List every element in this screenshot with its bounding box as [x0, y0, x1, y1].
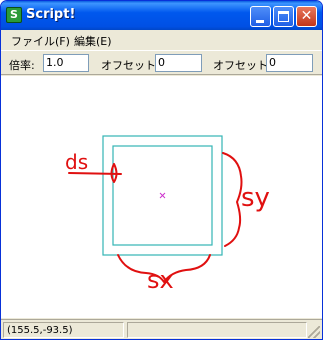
window-title: Script! — [26, 7, 76, 22]
sy-brace — [222, 152, 243, 247]
app-window: S Script! ✕ ファイル(F) 編集(E) 倍率: 1.0 オフセットX… — [0, 0, 323, 340]
menu-file[interactable]: ファイル(F) — [11, 33, 70, 49]
scale-input[interactable]: 1.0 — [43, 54, 89, 72]
menu-bar: ファイル(F) 編集(E) — [1, 30, 322, 50]
offset-x-input[interactable]: 0 — [155, 54, 202, 72]
annotation-sx: sx — [147, 266, 174, 294]
status-pane — [127, 322, 307, 338]
offset-y-input[interactable]: 0 — [266, 54, 313, 72]
title-bar[interactable]: S Script! ✕ — [1, 1, 322, 30]
center-marker-icon — [159, 192, 166, 199]
resize-grip-icon[interactable] — [308, 326, 320, 338]
annotation-ds: ds — [65, 150, 88, 174]
toolbar: 倍率: 1.0 オフセットX: 0 オフセットY: 0 — [1, 50, 322, 75]
app-icon[interactable]: S — [6, 7, 22, 23]
drawing-canvas[interactable]: ds sy sx — [1, 76, 322, 318]
status-bar: (155.5,-93.5) — [1, 319, 322, 339]
canvas-drawing: ds sy sx — [65, 135, 270, 294]
annotation-strokes — [68, 152, 243, 283]
maximize-icon — [278, 11, 289, 22]
minimize-icon — [256, 20, 264, 23]
close-button[interactable]: ✕ — [296, 6, 317, 27]
close-icon: ✕ — [300, 8, 313, 24]
minimize-button[interactable] — [250, 6, 271, 27]
menu-edit[interactable]: 編集(E) — [74, 33, 112, 49]
scale-label: 倍率: — [9, 59, 35, 72]
maximize-button[interactable] — [273, 6, 294, 27]
annotation-sy: sy — [241, 183, 270, 213]
status-coordinates: (155.5,-93.5) — [3, 322, 124, 338]
